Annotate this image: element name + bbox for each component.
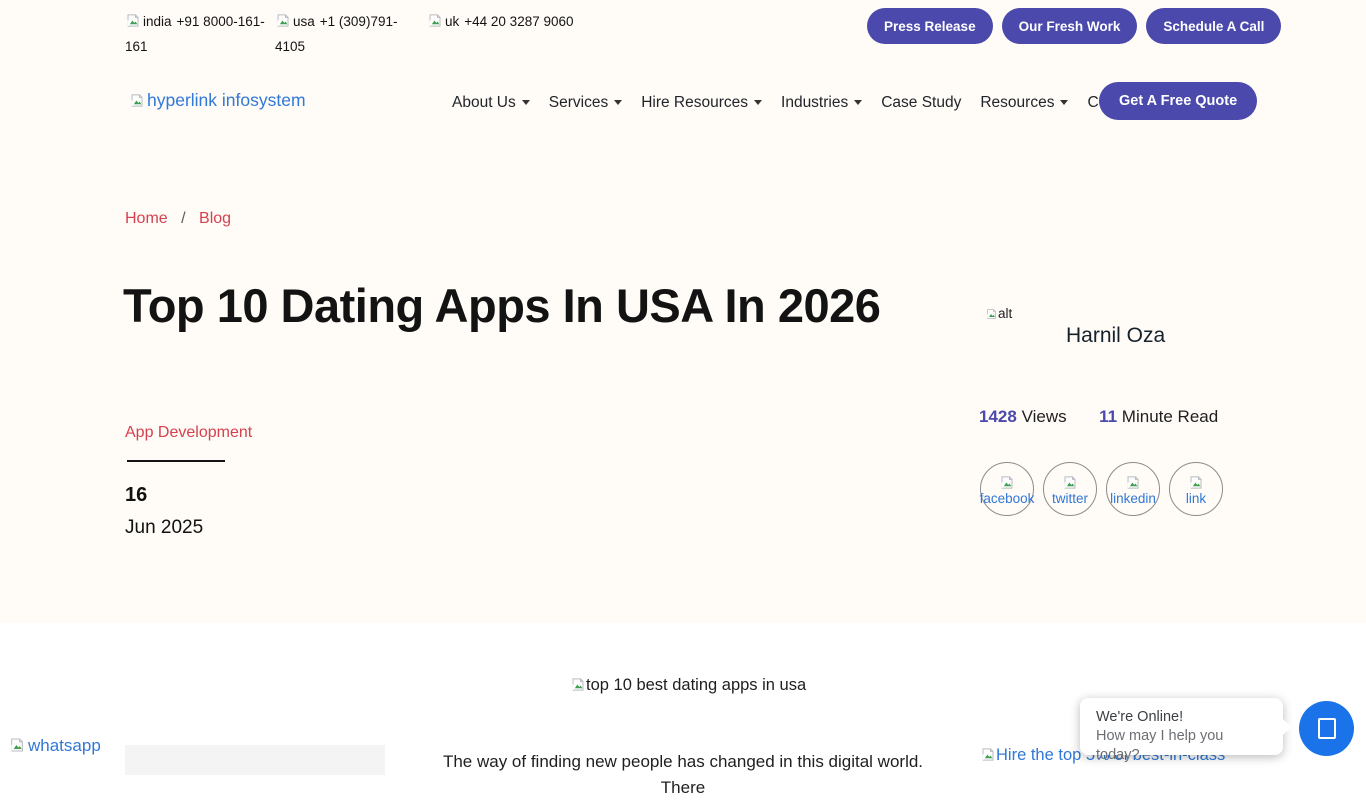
chat-bubble-icon bbox=[1318, 718, 1336, 739]
breadcrumb: Home / Blog bbox=[125, 210, 231, 228]
logo-alt-text[interactable]: hyperlink infosystem bbox=[147, 90, 306, 110]
chevron-down-icon bbox=[614, 100, 622, 105]
breadcrumb-separator: / bbox=[181, 210, 185, 227]
hero-broken-image-icon bbox=[570, 677, 586, 692]
twitter-alt-text: twitter bbox=[1052, 491, 1088, 506]
title-divider bbox=[127, 460, 225, 462]
author-avatar: alt bbox=[985, 306, 1012, 321]
india-flag-alt-text: india bbox=[143, 14, 172, 29]
read-time-count: 11 bbox=[1099, 407, 1117, 426]
table-of-contents-box bbox=[125, 745, 385, 775]
india-flag-broken-image-icon bbox=[125, 13, 141, 28]
share-buttons: facebook twitter linkedin link bbox=[980, 462, 1223, 516]
phone-contact-usa[interactable]: usa+1 (309)791-4105 bbox=[275, 9, 405, 59]
article-hero-image: top 10 best dating apps in usa bbox=[570, 676, 806, 695]
chevron-down-icon bbox=[522, 100, 530, 105]
publish-date-month-year: Jun 2025 bbox=[125, 517, 203, 539]
topbar-buttons: Press Release Our Fresh Work Schedule A … bbox=[867, 8, 1281, 44]
phone-contact-india[interactable]: india+91 8000-161-161 bbox=[125, 9, 275, 59]
chat-launcher-button[interactable] bbox=[1299, 701, 1354, 756]
press-release-button[interactable]: Press Release bbox=[867, 8, 993, 44]
read-time-label: Minute Read bbox=[1122, 407, 1218, 426]
link-alt-text: link bbox=[1186, 491, 1206, 506]
tooltip-arrow bbox=[1283, 719, 1291, 735]
nav-resources[interactable]: Resources bbox=[980, 94, 1068, 112]
category-link-app-development[interactable]: App Development bbox=[125, 424, 252, 442]
page-title: Top 10 Dating Apps In USA In 2026 bbox=[123, 272, 913, 339]
chat-greeting-text: How may I help you today? bbox=[1096, 727, 1267, 765]
get-a-free-quote-button[interactable]: Get A Free Quote bbox=[1099, 82, 1257, 120]
whatsapp-broken-image-icon bbox=[8, 737, 26, 753]
nav-about-us[interactable]: About Us bbox=[452, 94, 530, 112]
whatsapp-alt-text: whatsapp bbox=[28, 736, 101, 755]
article-stats: 1428 Views 11 Minute Read bbox=[979, 407, 1218, 427]
breadcrumb-home-link[interactable]: Home bbox=[125, 210, 168, 227]
chat-status-tooltip: We're Online! How may I help you today? bbox=[1080, 698, 1283, 755]
avatar-alt-text: alt bbox=[998, 306, 1012, 321]
schedule-a-call-button[interactable]: Schedule A Call bbox=[1146, 8, 1281, 44]
avatar-broken-image-icon bbox=[985, 308, 998, 320]
author-name: Harnil Oza bbox=[1066, 324, 1165, 348]
share-linkedin-button[interactable]: linkedin bbox=[1106, 462, 1160, 516]
uk-flag-alt-text: uk bbox=[445, 14, 459, 29]
nav-services[interactable]: Services bbox=[549, 94, 622, 112]
site-logo-link[interactable]: hyperlink infosystem bbox=[129, 90, 306, 111]
usa-flag-alt-text: usa bbox=[293, 14, 315, 29]
phone-number-uk[interactable]: +44 20 3287 9060 bbox=[464, 14, 573, 29]
nav-industries[interactable]: Industries bbox=[781, 94, 862, 112]
phone-contact-uk[interactable]: uk +44 20 3287 9060 bbox=[427, 9, 637, 34]
views-count: 1428 bbox=[979, 407, 1017, 426]
chevron-down-icon bbox=[854, 100, 862, 105]
uk-flag-broken-image-icon bbox=[427, 13, 443, 28]
our-fresh-work-button[interactable]: Our Fresh Work bbox=[1002, 8, 1138, 44]
facebook-alt-text: facebook bbox=[980, 491, 1035, 506]
twitter-broken-image-icon bbox=[1062, 475, 1078, 490]
chat-online-status: We're Online! bbox=[1096, 708, 1267, 727]
article-intro-paragraph: The way of finding new people has change… bbox=[433, 749, 933, 801]
logo-broken-image-icon bbox=[129, 93, 145, 108]
whatsapp-floating-link[interactable]: whatsapp bbox=[8, 736, 101, 756]
linkedin-broken-image-icon bbox=[1125, 475, 1141, 490]
share-copy-link-button[interactable]: link bbox=[1169, 462, 1223, 516]
breadcrumb-blog-link[interactable]: Blog bbox=[199, 210, 231, 227]
main-navigation: About Us Services Hire Resources Industr… bbox=[452, 94, 1164, 112]
chevron-down-icon bbox=[1060, 100, 1068, 105]
share-facebook-button[interactable]: facebook bbox=[980, 462, 1034, 516]
views-label: Views bbox=[1022, 407, 1067, 426]
linkedin-alt-text: linkedin bbox=[1110, 491, 1156, 506]
publish-date-day: 16 bbox=[125, 484, 147, 507]
usa-flag-broken-image-icon bbox=[275, 13, 291, 28]
share-twitter-button[interactable]: twitter bbox=[1043, 462, 1097, 516]
chevron-down-icon bbox=[754, 100, 762, 105]
link-broken-image-icon bbox=[1188, 475, 1204, 490]
hire-banner-broken-image-icon bbox=[980, 747, 996, 762]
facebook-broken-image-icon bbox=[999, 475, 1015, 490]
nav-hire-resources[interactable]: Hire Resources bbox=[641, 94, 762, 112]
nav-case-study[interactable]: Case Study bbox=[881, 94, 961, 112]
hero-image-alt-text: top 10 best dating apps in usa bbox=[586, 676, 806, 694]
